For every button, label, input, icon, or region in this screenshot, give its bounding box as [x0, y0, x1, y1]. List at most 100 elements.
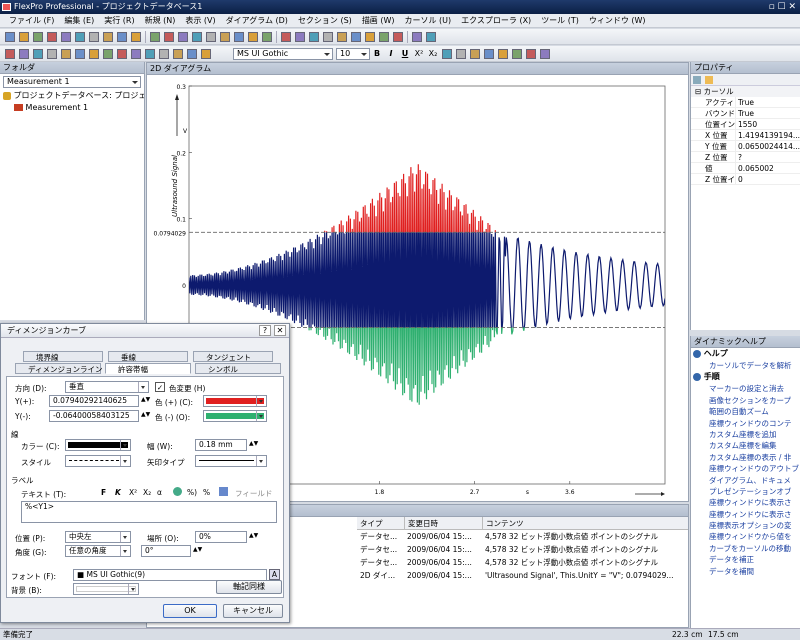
line-width-icon[interactable]: [525, 48, 537, 60]
background-picker[interactable]: [73, 583, 139, 595]
menu-item-5[interactable]: ダイアグラム (D): [221, 15, 293, 26]
help-link[interactable]: カスタム座標を追加: [691, 429, 800, 440]
folder-icon[interactable]: [205, 31, 217, 43]
width-input[interactable]: 0.18 mm: [195, 439, 247, 451]
label-text-input[interactable]: %<Y1>: [21, 501, 277, 523]
save-icon[interactable]: [32, 31, 44, 43]
subscript-button[interactable]: X₂: [427, 48, 439, 60]
new-icon[interactable]: [4, 31, 16, 43]
underline-button[interactable]: U: [399, 48, 411, 60]
undo-icon[interactable]: [102, 31, 114, 43]
fill-color-icon[interactable]: [539, 48, 551, 60]
tree-item-measurement[interactable]: Measurement 1: [0, 102, 144, 114]
direction-select[interactable]: 垂直: [65, 381, 149, 393]
table-icon[interactable]: [163, 31, 175, 43]
color-minus-picker[interactable]: [203, 410, 267, 422]
copy-format-icon[interactable]: [158, 48, 170, 60]
help-icon[interactable]: [411, 31, 423, 43]
angle-select[interactable]: 任意の角度: [65, 545, 131, 557]
tab-row2-1[interactable]: 許容帯幅: [105, 363, 191, 374]
align-center-text-icon[interactable]: [455, 48, 467, 60]
align-right-text-icon[interactable]: [469, 48, 481, 60]
window-controls[interactable]: ▫ ☐ ✕: [769, 0, 796, 14]
rect-icon[interactable]: [322, 31, 334, 43]
font-size-combo[interactable]: 10: [336, 47, 370, 60]
tab-row1-2[interactable]: タンジェント: [193, 351, 273, 362]
help-link[interactable]: 座標ウィンドウのアウトブ: [691, 463, 800, 474]
border-style-icon[interactable]: [511, 48, 523, 60]
line-style-select[interactable]: [65, 455, 131, 467]
color-icon[interactable]: [102, 48, 114, 60]
property-row[interactable]: Z 位置?: [691, 152, 800, 163]
layout-icon[interactable]: [261, 31, 273, 43]
property-row[interactable]: バウンド True: [691, 108, 800, 119]
help-link[interactable]: 座標表示オプションの変: [691, 520, 800, 531]
angle-spinner[interactable]: ▲▼: [193, 546, 202, 553]
align-center-icon[interactable]: [46, 48, 58, 60]
font-color-icon[interactable]: [497, 48, 509, 60]
axis-same-button[interactable]: 軸記同様: [216, 580, 282, 594]
explorer-row[interactable]: データセ... 2009/06/04 15:... 4,578 32 ビット浮動小数…: [357, 530, 688, 543]
help-link[interactable]: 座標ウィンドウから値を: [691, 531, 800, 542]
ok-button[interactable]: OK: [163, 604, 217, 618]
tree-item-root[interactable]: プロジェクトデータベース: プロジェ: [0, 90, 144, 102]
hand-icon[interactable]: [364, 31, 376, 43]
zoom-icon[interactable]: [247, 31, 259, 43]
list-icon[interactable]: [88, 48, 100, 60]
property-row[interactable]: Y 位置 0.0650024414...: [691, 141, 800, 152]
subscript-icon[interactable]: X₂: [143, 488, 151, 497]
pointer-icon[interactable]: [350, 31, 362, 43]
color-plus-picker[interactable]: [203, 395, 267, 407]
fill-icon[interactable]: [4, 48, 16, 60]
help-link[interactable]: データを補間: [691, 566, 800, 577]
help-link[interactable]: マーカーの設定と消去: [691, 383, 800, 394]
dialog-close-button[interactable]: ✕: [274, 325, 286, 336]
alpha-icon[interactable]: α: [157, 488, 162, 497]
italic-icon[interactable]: K: [115, 488, 121, 497]
help-link[interactable]: 座標ウィンドウに表示さ: [691, 509, 800, 520]
yplus-input[interactable]: 0.07940292140625: [49, 395, 139, 407]
tab-row1-1[interactable]: 垂線: [108, 351, 188, 362]
justify-icon[interactable]: [483, 48, 495, 60]
explorer-row[interactable]: データセ... 2009/06/04 15:... 4,578 32 ビット浮動小数…: [357, 543, 688, 556]
col-content-header[interactable]: コンテンツ: [482, 517, 682, 529]
help-link[interactable]: カーソルでデータを解析: [691, 360, 800, 371]
menu-item-0[interactable]: ファイル (F): [4, 15, 59, 26]
bold-icon[interactable]: F: [101, 488, 106, 497]
tab-row2-0[interactable]: ディメンジョンライン: [15, 363, 102, 374]
link-icon[interactable]: [219, 31, 231, 43]
property-row[interactable]: X 位置 1.4194139194...: [691, 130, 800, 141]
help-link[interactable]: 画像セクションをカープ: [691, 395, 800, 406]
align-left-text-icon[interactable]: [441, 48, 453, 60]
color-change-checkbox[interactable]: ✓: [155, 382, 165, 392]
italic-button[interactable]: I: [385, 48, 397, 60]
menu-item-8[interactable]: カーソル (U): [400, 15, 457, 26]
dialog-help-button[interactable]: ?: [259, 325, 271, 336]
col-type-header[interactable]: タイプ: [357, 517, 404, 529]
menu-item-10[interactable]: ツール (T): [536, 15, 584, 26]
place-input[interactable]: 0%: [195, 531, 247, 543]
marker-icon[interactable]: [392, 31, 404, 43]
help-link[interactable]: ダイアグラム、ドキュメ: [691, 475, 800, 486]
wave-icon[interactable]: [144, 48, 156, 60]
yplus-spinner[interactable]: ▲▼: [141, 396, 150, 403]
menu-item-7[interactable]: 描画 (W): [357, 15, 400, 26]
redo-icon[interactable]: [116, 31, 128, 43]
align-left-icon[interactable]: [32, 48, 44, 60]
worksheet-icon[interactable]: [177, 31, 189, 43]
font-combo[interactable]: MS UI Gothic: [233, 47, 333, 60]
help-link[interactable]: プレゼンテーションオブ: [691, 486, 800, 497]
field-button[interactable]: フィールド: [235, 488, 272, 499]
fx-icon[interactable]: [200, 48, 212, 60]
yminus-spinner[interactable]: ▲▼: [141, 411, 150, 418]
line-icon[interactable]: [308, 31, 320, 43]
place-spinner[interactable]: ▲▼: [249, 532, 258, 539]
grid-icon[interactable]: [233, 31, 245, 43]
formula-icon[interactable]: [191, 31, 203, 43]
highlight-icon[interactable]: [116, 48, 128, 60]
align-right-icon[interactable]: [60, 48, 72, 60]
sort-icon[interactable]: [693, 76, 701, 84]
cursor-icon[interactable]: [378, 31, 390, 43]
property-row[interactable]: 値 0.065002: [691, 163, 800, 174]
help-link[interactable]: 座標ウィンドウのコンテ: [691, 418, 800, 429]
